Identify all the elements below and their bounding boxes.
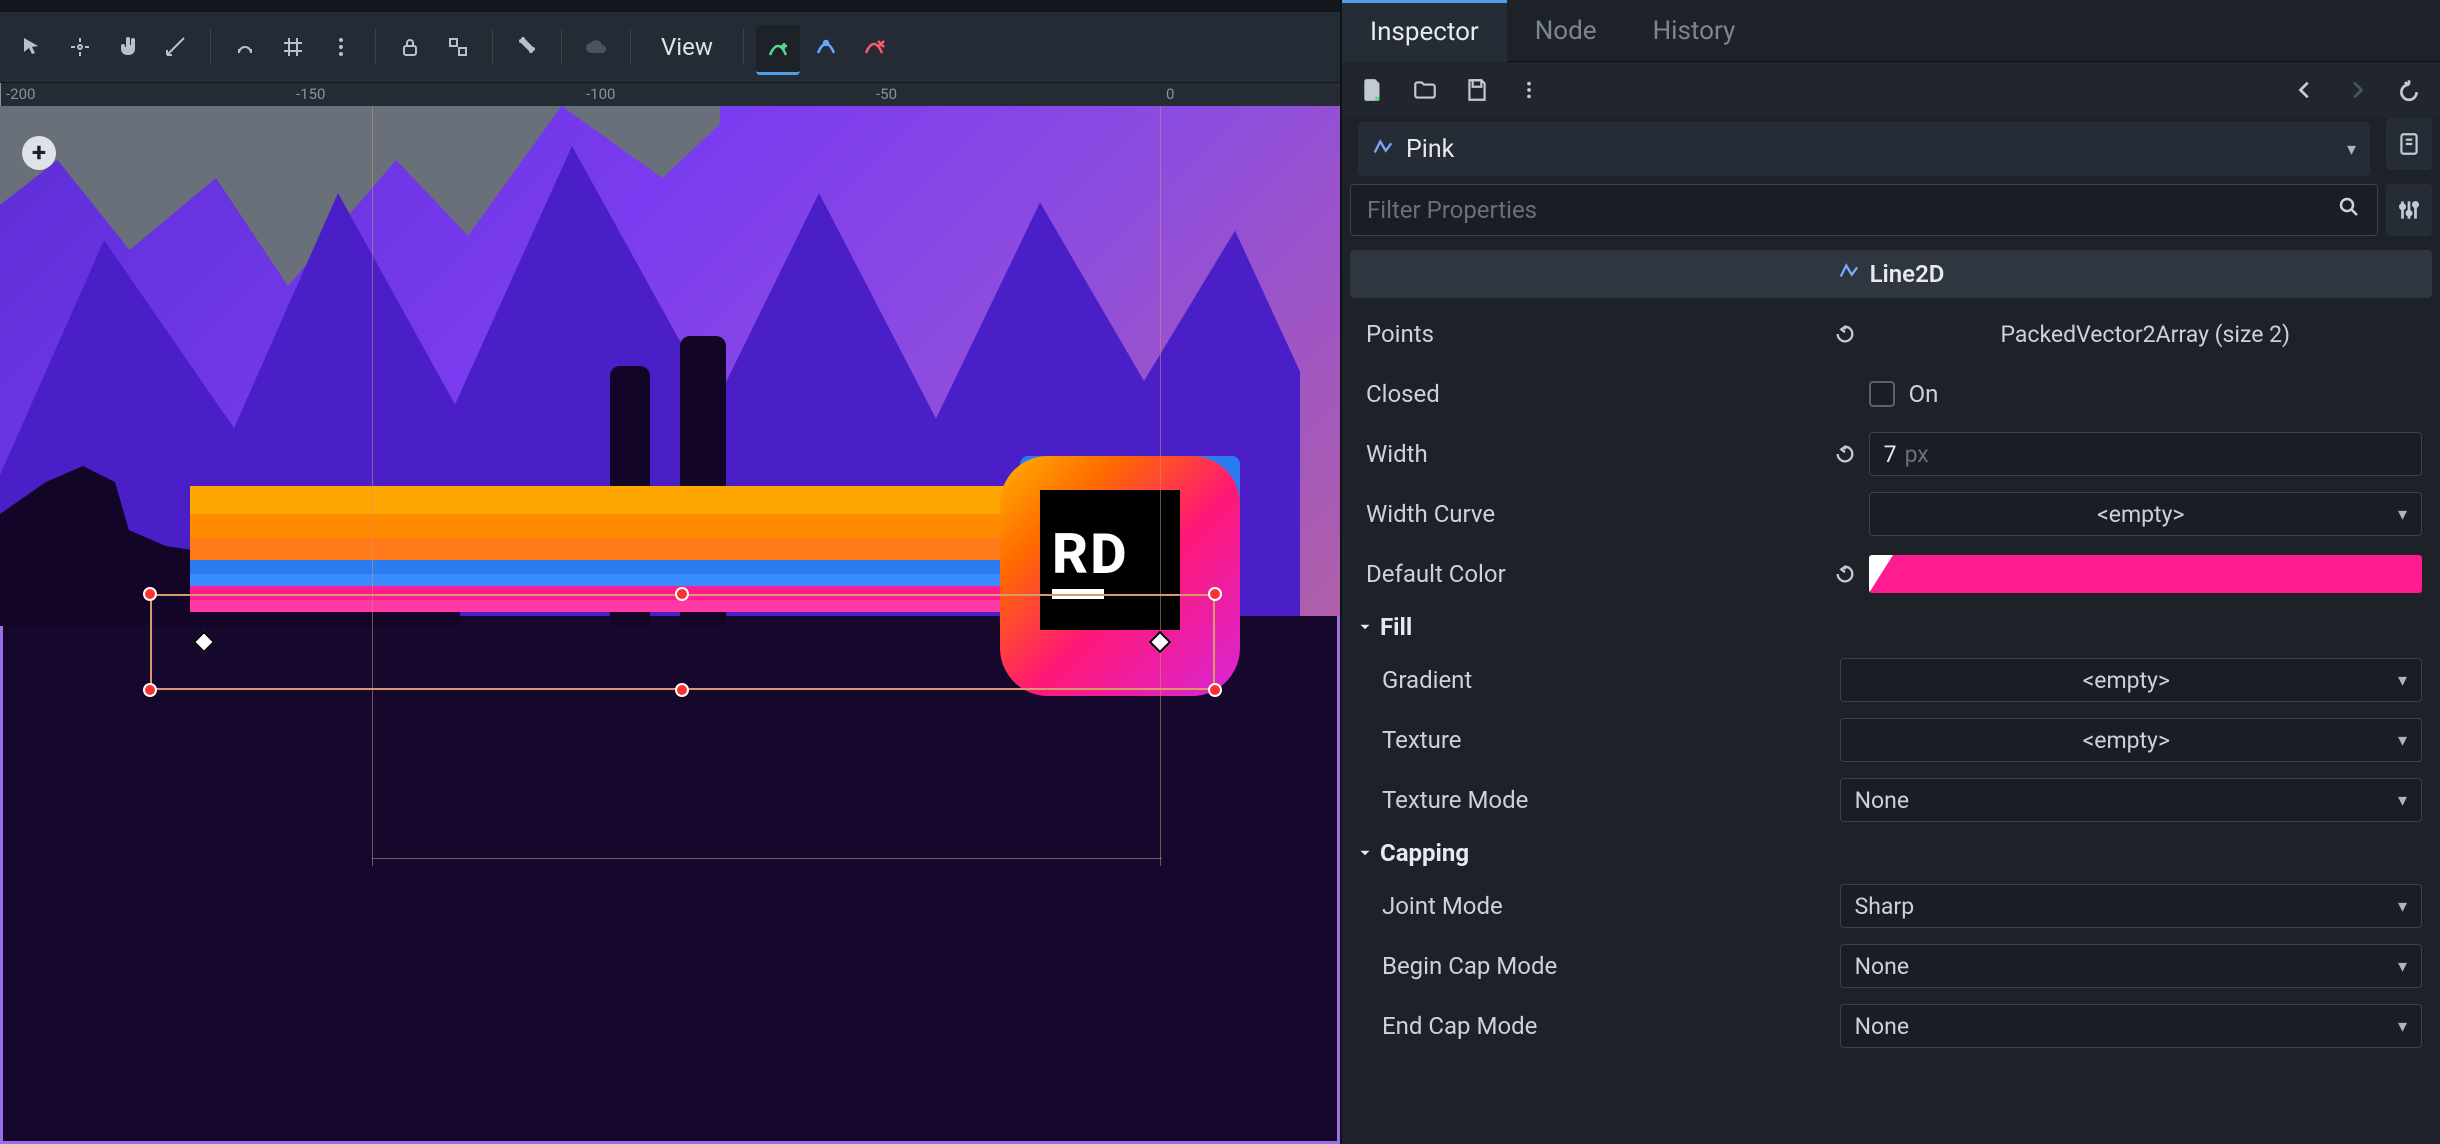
- new-resource-button[interactable]: [1356, 73, 1390, 107]
- closed-checkbox[interactable]: [1869, 381, 1895, 407]
- selection-box[interactable]: [150, 594, 1215, 690]
- docs-button[interactable]: [2386, 118, 2432, 170]
- tab-node[interactable]: Node: [1507, 0, 1625, 62]
- save-resource-button[interactable]: [1460, 73, 1494, 107]
- ruler-tool[interactable]: [154, 25, 198, 69]
- chevron-down-icon: [1356, 844, 1374, 862]
- load-resource-button[interactable]: [1408, 73, 1442, 107]
- resource-extra-button[interactable]: [1512, 73, 1546, 107]
- curve-delete-tool[interactable]: [852, 25, 896, 69]
- prop-width-curve-label: Width Curve: [1366, 500, 1831, 528]
- chevron-down-icon: [1356, 618, 1374, 636]
- prop-width-label: Width: [1366, 440, 1831, 468]
- properties-list: Points PackedVector2Array (size 2) Close…: [1342, 304, 2440, 1056]
- tab-inspector[interactable]: Inspector: [1342, 0, 1507, 62]
- history-menu-button[interactable]: [2392, 73, 2426, 107]
- joint-mode-dropdown[interactable]: Sharp ▾: [1840, 884, 2422, 928]
- prop-texture-mode-label: Texture Mode: [1382, 786, 1840, 814]
- pan-tool[interactable]: [106, 25, 150, 69]
- manage-properties-button[interactable]: [2386, 184, 2432, 236]
- prop-points-label: Points: [1366, 320, 1831, 348]
- prop-closed-label: Closed: [1366, 380, 1831, 408]
- revert-icon[interactable]: [1831, 560, 1859, 588]
- section-capping[interactable]: Capping: [1342, 830, 2440, 876]
- width-curve-dropdown[interactable]: <empty> ▾: [1869, 492, 2422, 536]
- group-tool[interactable]: [436, 25, 480, 69]
- end-cap-dropdown[interactable]: None ▾: [1840, 1004, 2422, 1048]
- texture-dropdown[interactable]: <empty> ▾: [1840, 718, 2422, 762]
- history-back-button[interactable]: [2288, 73, 2322, 107]
- move-tool[interactable]: [58, 25, 102, 69]
- texture-mode-dropdown[interactable]: None ▾: [1840, 778, 2422, 822]
- begin-cap-dropdown[interactable]: None ▾: [1840, 944, 2422, 988]
- chevron-down-icon: ▾: [2398, 790, 2407, 811]
- revert-icon[interactable]: [1831, 440, 1859, 468]
- prop-end-cap-label: End Cap Mode: [1382, 1012, 1840, 1040]
- default-color-swatch[interactable]: [1869, 555, 2422, 593]
- lock-tool[interactable]: [388, 25, 432, 69]
- node-selector[interactable]: Pink ▾: [1358, 122, 2370, 176]
- zoom-in-button[interactable]: +: [22, 136, 56, 170]
- width-input[interactable]: 7 px: [1869, 432, 2422, 476]
- chevron-down-icon: ▾: [2398, 1016, 2407, 1037]
- chevron-down-icon: ▾: [2398, 730, 2407, 751]
- viewport-pane: View -200 -150 -100 -50 0: [0, 0, 1340, 1144]
- snap-options[interactable]: [319, 25, 363, 69]
- view-menu[interactable]: View: [643, 33, 731, 61]
- chevron-down-icon: ▾: [2398, 504, 2407, 525]
- chevron-down-icon: ▾: [2398, 670, 2407, 691]
- prop-default-color-label: Default Color: [1366, 560, 1831, 588]
- section-fill[interactable]: Fill: [1342, 604, 2440, 650]
- canvas[interactable]: RD +: [0, 106, 1340, 1144]
- ruler-horizontal: -200 -150 -100 -50 0: [0, 82, 1340, 106]
- chevron-down-icon: ▾: [2398, 896, 2407, 917]
- curve-edit-tool[interactable]: [804, 25, 848, 69]
- snap-object-tool[interactable]: [223, 25, 267, 69]
- select-tool[interactable]: [10, 25, 54, 69]
- history-forward-button[interactable]: [2340, 73, 2374, 107]
- prop-points-value[interactable]: PackedVector2Array (size 2): [1869, 321, 2422, 348]
- gradient-dropdown[interactable]: <empty> ▾: [1840, 658, 2422, 702]
- prop-gradient-label: Gradient: [1382, 666, 1840, 694]
- class-header[interactable]: Line2D: [1350, 250, 2432, 298]
- inspector-panel: Inspector Node History Pink ▾ Filter P: [1340, 0, 2440, 1144]
- grid-snap-tool[interactable]: [271, 25, 315, 69]
- line2d-icon: [1372, 136, 1394, 162]
- bone-tool[interactable]: [505, 25, 549, 69]
- prop-begin-cap-label: Begin Cap Mode: [1382, 952, 1840, 980]
- chevron-down-icon: ▾: [2398, 956, 2407, 977]
- icon-text: RD: [1052, 521, 1129, 587]
- chevron-down-icon: ▾: [2347, 139, 2356, 160]
- cloud-tool[interactable]: [574, 25, 618, 69]
- canvas-toolbar: View: [0, 12, 1340, 82]
- filter-properties-input[interactable]: Filter Properties: [1350, 184, 2378, 236]
- line2d-icon: [1838, 260, 1860, 288]
- prop-joint-mode-label: Joint Mode: [1382, 892, 1840, 920]
- search-icon: [2337, 195, 2361, 225]
- tab-history[interactable]: History: [1625, 0, 1764, 62]
- curve-create-tool[interactable]: [756, 25, 800, 75]
- revert-icon[interactable]: [1831, 320, 1859, 348]
- prop-texture-label: Texture: [1382, 726, 1840, 754]
